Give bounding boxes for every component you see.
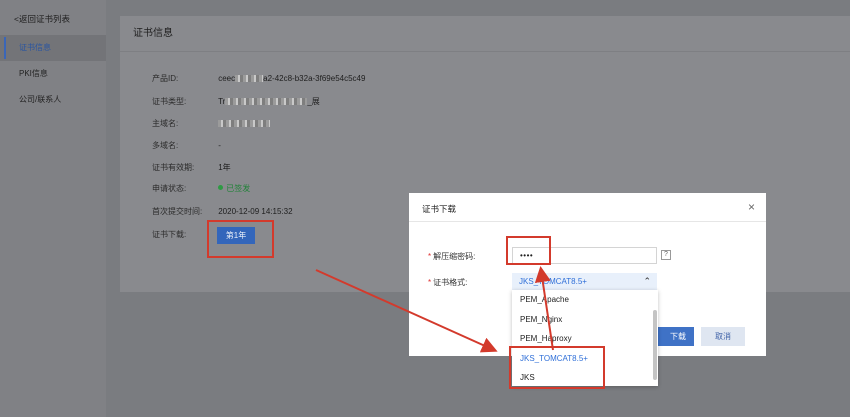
format-label: * 证书格式: (428, 278, 468, 287)
password-label: * 解压缩密码: (428, 252, 476, 261)
help-icon[interactable]: ? (661, 250, 671, 260)
cert-type-suffix: _展 (307, 97, 320, 106)
password-label-text: 解压缩密码: (433, 252, 476, 261)
sidebar-item-company-contact[interactable]: 公司/联系人 (0, 87, 106, 113)
dropdown-scrollbar[interactable] (653, 310, 657, 380)
multi-domain-label: 多域名: (152, 141, 179, 150)
validity-label: 证书有效期: (152, 163, 195, 172)
product-id-suffix: a2-42c8-b32a-3f69e54c5c49 (263, 74, 366, 83)
product-id-label: 产品ID: (152, 74, 179, 83)
first-submit-label: 首次提交时间: (152, 207, 203, 216)
panel-title: 证书信息 (120, 16, 850, 52)
format-option-pem-nginx[interactable]: PEM_Nginx (512, 310, 658, 330)
cert-type-prefix: Tr (218, 97, 226, 106)
multi-domain-value: - (218, 141, 221, 150)
format-label-text: 证书格式: (433, 278, 468, 287)
field-validity: 证书有效期: 1年 (152, 162, 752, 174)
annotation-box-year-button (207, 220, 274, 258)
cert-type-label: 证书类型: (152, 97, 187, 106)
format-selected-value: JKS_TOMCAT8.5+ (519, 277, 587, 286)
field-domain: 主域名: (152, 118, 752, 130)
first-submit-value: 2020-12-09 14:15:32 (218, 207, 293, 216)
cancel-button[interactable]: 取消 (701, 327, 745, 346)
sidebar: <返回证书列表 证书信息 PKI信息 公司/联系人 (0, 0, 106, 417)
dialog-divider (409, 221, 766, 222)
status-badge: 已签发 (226, 184, 251, 193)
close-icon[interactable]: × (748, 201, 755, 213)
status-dot-icon (218, 185, 224, 190)
annotation-box-password (506, 236, 551, 265)
format-select[interactable]: JKS_TOMCAT8.5+ ⌃ (512, 273, 657, 290)
sidebar-item-pki-info[interactable]: PKI信息 (0, 61, 106, 87)
format-option-pem-apache[interactable]: PEM_Apache (512, 290, 658, 310)
redacted-block (235, 75, 264, 82)
cert-download-dialog: 证书下载 × * 解压缩密码: •••• ? * 证书格式: JKS_TOMCAT8… (409, 193, 766, 386)
field-product-id: 产品ID: ceec a2-42c8-b32a-3f69e54c5c49 (152, 73, 752, 85)
redacted-block (218, 120, 271, 127)
domain-label: 主域名: (152, 119, 179, 128)
field-multi-domain: 多域名: - (152, 140, 752, 152)
sidebar-item-cert-info[interactable]: 证书信息 (0, 35, 106, 61)
validity-value: 1年 (218, 163, 231, 172)
status-label: 申请状态: (152, 184, 187, 193)
download-button[interactable]: 下载 (656, 327, 694, 346)
dialog-title: 证书下载 (422, 204, 457, 214)
annotation-box-jks-options (509, 346, 605, 389)
back-to-list-link[interactable]: <返回证书列表 (14, 13, 70, 25)
chevron-up-icon: ⌃ (643, 276, 651, 286)
product-id-prefix: ceec (218, 74, 236, 83)
redacted-block (225, 98, 308, 105)
field-cert-type: 证书类型: Tr _展 (152, 96, 752, 108)
